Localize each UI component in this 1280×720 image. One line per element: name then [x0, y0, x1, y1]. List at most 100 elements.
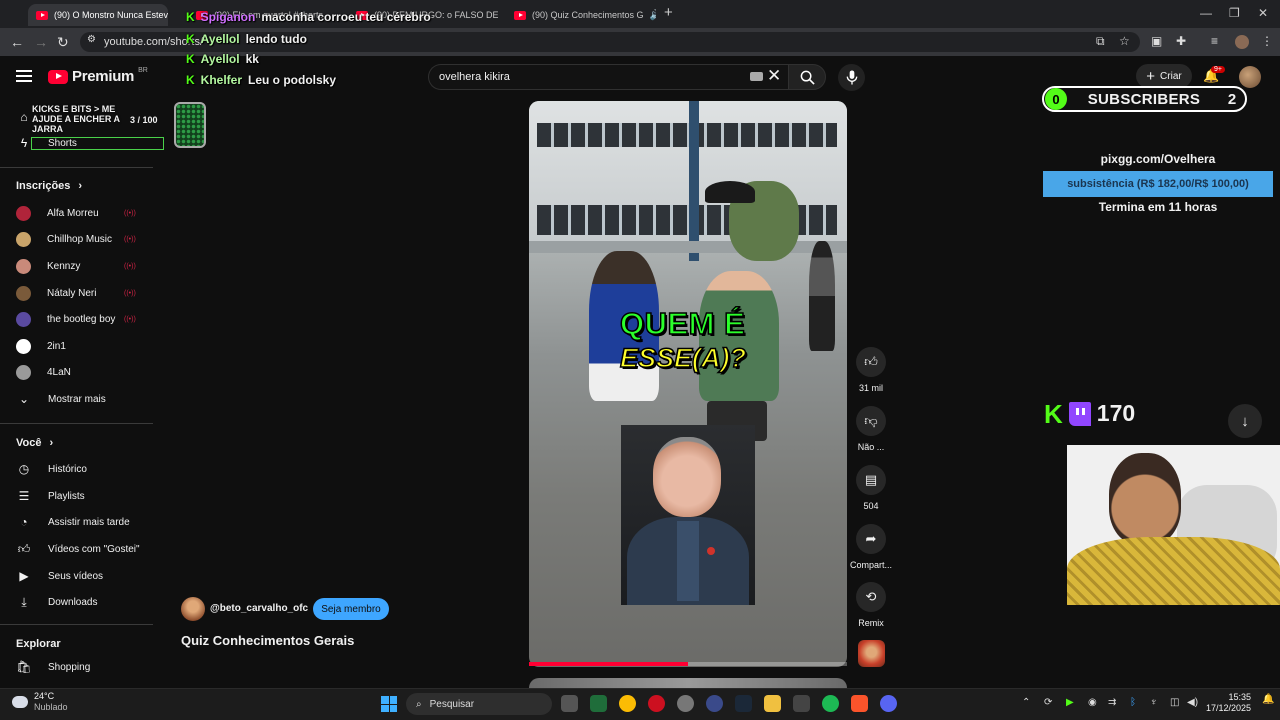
youtube-favicon-icon: [36, 10, 48, 20]
keyboard-icon[interactable]: [750, 72, 763, 81]
steam-app-icon[interactable]: [735, 695, 752, 712]
subscriptions-heading[interactable]: Inscrições ›: [16, 180, 82, 192]
reading-list-icon[interactable]: ≡: [1211, 34, 1218, 48]
install-app-icon[interactable]: ⧉: [1096, 34, 1105, 49]
youtube-logo-icon: [48, 69, 68, 84]
close-window-icon[interactable]: ✕: [1258, 6, 1268, 20]
create-button[interactable]: + Criar: [1136, 64, 1192, 88]
taskbar-clock[interactable]: 15:35 17/12/2025: [1205, 692, 1251, 714]
chat-text: Leu o podolsky: [248, 73, 337, 87]
chat-message: K Ayellol lendo tudo: [186, 32, 307, 46]
tray-app-icon[interactable]: ⇉: [1108, 697, 1116, 708]
next-short-button[interactable]: ↓: [1228, 404, 1262, 438]
sidebar-item-label: Vídeos com "Gostei": [48, 543, 140, 555]
search-button[interactable]: [788, 64, 826, 90]
home-icon: ⌂: [20, 110, 28, 124]
sidebar-item-channel[interactable]: 2in1: [16, 333, 156, 359]
chat-text: kk: [245, 52, 259, 66]
sidebar-item-channel[interactable]: 4LaN: [16, 359, 156, 385]
browser-tab[interactable]: (90) Quiz Conhecimentos G 🔊 ✕: [506, 4, 656, 26]
app-icon[interactable]: [793, 695, 810, 712]
tray-app-icon[interactable]: ▶: [1066, 697, 1074, 708]
start-button[interactable]: [381, 696, 397, 712]
sidebar-item-watch-later[interactable]: ◔ Assistir mais tarde: [16, 509, 156, 535]
opera-app-icon[interactable]: [648, 695, 665, 712]
kick-icon: K: [186, 32, 195, 46]
comments-button[interactable]: ▤ 504: [848, 465, 894, 511]
microphone-tray-icon[interactable]: ♆: [1150, 697, 1158, 708]
live-indicator-icon: ((•)): [124, 290, 136, 297]
obs-app-icon[interactable]: [677, 695, 694, 712]
sidebar-item-downloads[interactable]: ⤓ Downloads: [16, 589, 156, 615]
sidebar-item-your-videos[interactable]: ▶ Seus vídeos: [16, 563, 156, 589]
sidebar-item-label: Playlists: [48, 490, 85, 502]
extensions-puzzle-icon[interactable]: ✚: [1176, 34, 1186, 48]
clear-search-icon[interactable]: ✕: [767, 66, 781, 86]
back-icon[interactable]: ←: [10, 34, 24, 50]
video-caption-line-2: ESSE(A)?: [619, 342, 747, 374]
reload-icon[interactable]: ↻: [57, 34, 69, 51]
forward-icon[interactable]: →: [34, 34, 48, 50]
thumbs-down-icon: 👎︎: [856, 406, 886, 436]
browser-tab[interactable]: (90) O Monstro Nunca Esteve n: [28, 4, 168, 26]
sidebar-item-label: Seus vídeos: [48, 570, 104, 582]
search-input[interactable]: ovelhera kikira: [428, 64, 788, 90]
playlists-icon: ☰: [18, 489, 30, 503]
sidebar-item-history[interactable]: ◷ Histórico: [16, 456, 156, 482]
sidebar-item-label: Histórico: [48, 463, 87, 475]
cloud-icon: [12, 696, 28, 708]
share-button[interactable]: ➦ Compart...: [848, 524, 894, 570]
channel-thumbnail[interactable]: [858, 640, 885, 667]
remix-button[interactable]: ⟲ Remix: [848, 582, 894, 628]
sidebar-item-playlists[interactable]: ☰ Playlists: [16, 483, 156, 509]
viewer-counter: K 170: [1044, 400, 1135, 427]
you-heading[interactable]: Você ›: [16, 437, 53, 449]
tray-overflow-icon[interactable]: ⌃: [1022, 697, 1030, 708]
taskbar-search-placeholder: Pesquisar: [429, 698, 475, 710]
network-icon[interactable]: ◫: [1170, 697, 1179, 708]
tray-app-icon[interactable]: ◉: [1088, 697, 1097, 708]
channel-avatar: [16, 285, 31, 301]
tray-app-icon[interactable]: ⟳: [1044, 697, 1052, 708]
discord-app-icon[interactable]: [880, 695, 897, 712]
join-membership-button[interactable]: Seja membro: [313, 598, 389, 620]
restore-icon[interactable]: ❐: [1229, 6, 1240, 20]
profile-avatar-icon[interactable]: [1235, 35, 1249, 49]
volume-icon[interactable]: ◀): [1187, 697, 1198, 708]
video-progress-bar[interactable]: [529, 662, 847, 666]
extension-icon[interactable]: ▣: [1151, 34, 1162, 48]
new-tab-icon[interactable]: +: [664, 4, 673, 21]
task-view-icon[interactable]: [561, 695, 578, 712]
channel-handle[interactable]: @beto_carvalho_ofc: [210, 603, 308, 614]
pix-url: pixgg.com/Ovelhera: [1100, 152, 1216, 166]
sidebar-item-shopping[interactable]: 🛍︎ Shopping: [16, 654, 156, 680]
minimize-icon[interactable]: —: [1200, 6, 1212, 20]
channel-avatar[interactable]: [181, 597, 205, 621]
browser-menu-icon[interactable]: ⋮: [1261, 34, 1273, 48]
terminal-app-icon[interactable]: [590, 695, 607, 712]
file-explorer-icon[interactable]: [764, 695, 781, 712]
speaker-icon[interactable]: 🔊: [650, 10, 656, 21]
notification-center-icon[interactable]: 🔔: [1262, 694, 1274, 705]
voice-search-button[interactable]: [838, 64, 865, 91]
taskbar-search[interactable]: ⌕ Pesquisar: [406, 693, 552, 715]
tab-title: (90) O Monstro Nunca Esteve n: [54, 10, 168, 20]
dislike-button[interactable]: 👎︎ Não ...: [848, 406, 894, 452]
chrome-app-icon[interactable]: [619, 695, 636, 712]
account-avatar[interactable]: [1239, 66, 1261, 88]
spotify-app-icon[interactable]: [822, 695, 839, 712]
brave-app-icon[interactable]: [851, 695, 868, 712]
bluetooth-icon[interactable]: ᛒ: [1130, 697, 1136, 708]
show-more-button[interactable]: ⌄ Mostrar mais: [16, 386, 156, 412]
sidebar-item-label: Assistir mais tarde: [48, 516, 130, 528]
hamburger-menu-icon[interactable]: [16, 68, 32, 84]
app-icon[interactable]: [706, 695, 723, 712]
youtube-premium-logo[interactable]: Premium BR: [48, 67, 148, 85]
bookmark-star-icon[interactable]: ☆: [1119, 34, 1130, 48]
like-button[interactable]: 👍︎ 31 mil: [848, 347, 894, 393]
sidebar-item-liked-videos[interactable]: 👍︎ Vídeos com "Gostei": [16, 536, 156, 562]
short-title[interactable]: Quiz Conhecimentos Gerais: [181, 633, 354, 648]
sidebar-item-label: Kennzy: [47, 260, 81, 272]
site-info-icon[interactable]: ⚙: [87, 34, 96, 45]
weather-widget[interactable]: 24°C Nublado: [12, 691, 68, 713]
